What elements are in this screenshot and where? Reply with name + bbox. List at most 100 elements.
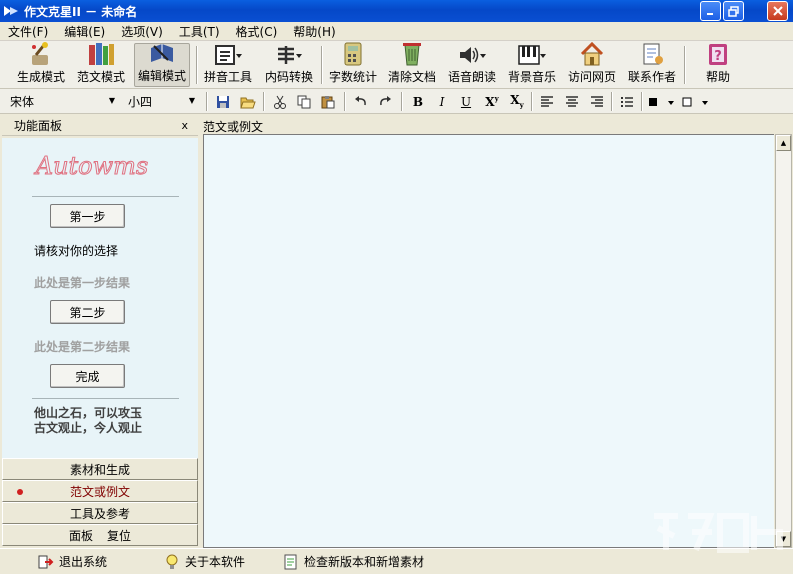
contact-icon: [637, 41, 667, 67]
editor-title: 范文或例文: [203, 120, 264, 134]
align-center-button[interactable]: [562, 92, 582, 111]
tool-bg-music[interactable]: 背景音乐: [506, 43, 558, 87]
panel-header: 功能面板 x: [2, 116, 198, 136]
piano-icon: [517, 43, 547, 67]
undo-icon: [355, 95, 366, 105]
menu-help[interactable]: 帮助(H): [293, 23, 335, 40]
step2-button[interactable]: 第二步: [50, 300, 125, 324]
close-button[interactable]: [767, 1, 788, 21]
menu-edit[interactable]: 编辑(E): [64, 23, 105, 40]
tool-clear-doc[interactable]: 清除文档: [386, 43, 438, 87]
minimize-button[interactable]: [700, 1, 721, 21]
tool-word-count[interactable]: 字数统计: [327, 42, 379, 87]
folder-open-icon: [240, 97, 256, 108]
nav-materials[interactable]: 素材和生成: [2, 458, 198, 480]
tool-label: 帮助: [705, 70, 730, 84]
quote-line-2: 古文观止，今人观止: [34, 421, 143, 435]
menu-options[interactable]: 选项(V): [121, 23, 163, 40]
step1-button[interactable]: 第一步: [50, 204, 125, 228]
bold-button[interactable]: B: [408, 92, 428, 111]
about-button[interactable]: 关于本软件: [164, 553, 245, 570]
save-button[interactable]: [213, 92, 233, 111]
nav-panel-reset-row: 面板 复位: [2, 524, 198, 546]
lightbulb-icon: [164, 554, 180, 570]
subscript-button[interactable]: Xy: [507, 92, 527, 111]
tool-help[interactable]: ? 帮助: [694, 43, 742, 87]
subscript-icon: Xy: [510, 93, 524, 110]
logo-text: Autowms: [34, 152, 149, 180]
about-label: 关于本软件: [185, 555, 246, 569]
nav-essays[interactable]: 范文或例文: [2, 480, 198, 502]
undo-button[interactable]: [351, 92, 371, 111]
check-update-button[interactable]: 检查新版本和新增素材: [283, 553, 424, 570]
paste-icon: [321, 95, 335, 108]
align-right-icon: [591, 95, 603, 107]
tool-label: 编辑模式: [137, 69, 186, 83]
toolbar-separator: [321, 46, 323, 84]
menu-format[interactable]: 格式(C): [236, 23, 278, 40]
align-right-button[interactable]: [587, 92, 607, 111]
nav-panel-button[interactable]: 面板: [69, 527, 93, 544]
tool-label: 清除文档: [387, 70, 436, 84]
tool-contact[interactable]: 联系作者: [626, 43, 678, 87]
align-left-button[interactable]: [537, 92, 557, 111]
done-button[interactable]: 完成: [50, 364, 125, 388]
paste-button[interactable]: [318, 92, 338, 111]
text-color-icon: [649, 97, 674, 106]
window-title: 作文克星II － 未命名: [24, 4, 138, 19]
tool-essay-mode[interactable]: 范文模式: [74, 43, 128, 87]
encoding-icon: [274, 43, 304, 67]
panel-title: 功能面板: [14, 119, 63, 133]
toolbar-separator: [344, 92, 346, 111]
redo-button[interactable]: [375, 92, 395, 111]
save-icon: [217, 95, 229, 108]
scroll-up-button[interactable]: ▲: [776, 135, 791, 151]
nav-reset-button[interactable]: 复位: [107, 527, 131, 544]
font-size-select[interactable]: 小四 ▼: [124, 92, 198, 111]
vertical-scrollbar[interactable]: ▲ ▼: [775, 134, 792, 548]
open-button[interactable]: [238, 92, 258, 111]
tool-label: 生成模式: [16, 70, 65, 84]
autowms-logo: Autowms: [32, 146, 152, 186]
menu-file[interactable]: 文件(F): [8, 23, 48, 40]
highlight-color-icon: [682, 97, 708, 106]
tool-label: 内码转换: [264, 70, 313, 84]
tool-edit-mode[interactable]: 编辑模式: [134, 43, 190, 87]
exit-button[interactable]: 退出系统: [38, 553, 107, 570]
bullet-list-icon: [621, 96, 633, 107]
bullet-list-button[interactable]: [617, 92, 637, 111]
tool-label: 背景音乐: [507, 70, 556, 84]
highlight-color-button[interactable]: [680, 92, 712, 111]
superscript-icon: Xy: [485, 94, 499, 109]
menu-tools[interactable]: 工具(T): [179, 23, 220, 40]
tool-visit-web[interactable]: 访问网页: [566, 41, 618, 87]
speaker-icon: [457, 43, 487, 67]
tool-generate-mode[interactable]: 生成模式: [14, 41, 68, 87]
essay-area: 范文或例文 ▲ ▼: [202, 114, 793, 548]
nav-tools[interactable]: 工具及参考: [2, 502, 198, 524]
tool-pinyin[interactable]: 拼音工具: [202, 43, 254, 87]
prompt-text: 请核对你的选择: [34, 244, 119, 258]
toolbar-separator: [531, 92, 533, 111]
italic-button[interactable]: I: [432, 92, 452, 111]
essay-editor[interactable]: [203, 134, 774, 548]
tool-read-aloud[interactable]: 语音朗读: [446, 43, 498, 87]
home-icon: [577, 41, 607, 67]
toolbar-separator: [684, 46, 686, 84]
tool-encoding[interactable]: 内码转换: [262, 43, 316, 87]
superscript-button[interactable]: Xy: [482, 92, 502, 111]
bold-icon: B: [412, 94, 424, 109]
font-family-select[interactable]: 宋体 ▼: [6, 92, 118, 111]
underline-button[interactable]: U: [456, 92, 476, 111]
panel-close-button[interactable]: x: [181, 119, 188, 132]
toolbar-separator: [206, 92, 208, 111]
divider: [32, 196, 179, 197]
copy-button[interactable]: [294, 92, 314, 111]
align-left-icon: [541, 95, 553, 107]
step1-result: 此处是第一步结果: [34, 276, 131, 290]
maximize-button[interactable]: [723, 1, 744, 21]
cut-button[interactable]: [270, 92, 290, 111]
title-bar[interactable]: 作文克星II － 未命名: [0, 0, 793, 22]
text-color-button[interactable]: [646, 92, 678, 111]
magic-wand-icon: [26, 41, 56, 67]
